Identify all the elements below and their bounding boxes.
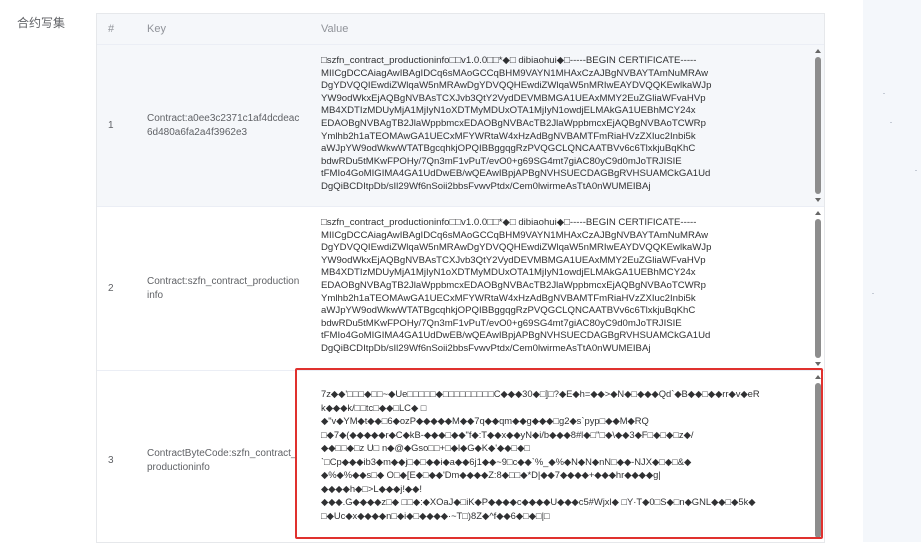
row-index: 3 <box>108 455 114 466</box>
scroll-down-arrow-icon[interactable] <box>815 362 821 366</box>
value-scrollbar[interactable] <box>814 375 822 542</box>
scroll-down-arrow-icon[interactable] <box>815 198 821 202</box>
row-value-textarea[interactable]: 7z◆◆'□□□◆□□~◆Ue□□□□□◆□□□□□□□□□C◆◆◆30◆□]□… <box>311 371 824 542</box>
column-header-key: Key <box>147 23 166 35</box>
scroll-up-arrow-icon[interactable] <box>815 211 821 215</box>
scrollbar-thumb[interactable] <box>815 219 821 358</box>
value-scrollbar[interactable] <box>814 49 822 202</box>
row-value-text: □szfn_contract_productioninfo□□v1.0.0□□*… <box>321 55 712 192</box>
form-label: 合约写集 <box>17 16 66 30</box>
scroll-up-arrow-icon[interactable] <box>815 375 821 379</box>
row-value-text: 7z◆◆'□□□◆□□~◆Ue□□□□□◆□□□□□□□□□C◆◆◆30◆□]□… <box>321 388 760 521</box>
table-row: 3 ContractByteCode:szfn_contract_product… <box>97 371 824 542</box>
row-value-text: □szfn_contract_productioninfo□□v1.0.0□□*… <box>321 217 712 354</box>
row-key: Contract:szfn_contract_productioninfo <box>147 275 300 301</box>
row-key: ContractByteCode:szfn_contract_productio… <box>147 447 297 473</box>
decor-dot <box>915 170 917 171</box>
scrollbar-thumb[interactable] <box>815 57 821 194</box>
row-value-textarea[interactable]: □szfn_contract_productioninfo□□v1.0.0□□*… <box>311 45 824 206</box>
write-set-table: # Key Value 1 Contract:a0ee3c2371c1af4dc… <box>96 13 825 543</box>
decor-dot <box>890 122 892 123</box>
right-panel <box>863 0 921 542</box>
decor-dot <box>872 293 874 294</box>
scrollbar-thumb[interactable] <box>815 383 821 538</box>
row-index: 2 <box>108 283 114 294</box>
column-header-index: # <box>108 23 115 35</box>
table-header: # Key Value <box>97 14 824 45</box>
row-index: 1 <box>108 120 114 131</box>
column-header-value: Value <box>321 23 349 35</box>
value-scrollbar[interactable] <box>814 211 822 366</box>
scroll-up-arrow-icon[interactable] <box>815 49 821 53</box>
table-row: 1 Contract:a0ee3c2371c1af4dcdeac6d480a6f… <box>97 45 824 207</box>
row-key: Contract:a0ee3c2371c1af4dcdeac6d480a6fa2… <box>147 112 300 138</box>
table-row: 2 Contract:szfn_contract_productioninfo … <box>97 207 824 371</box>
row-value-textarea[interactable]: □szfn_contract_productioninfo□□v1.0.0□□*… <box>311 207 824 370</box>
decor-dot <box>883 93 885 94</box>
